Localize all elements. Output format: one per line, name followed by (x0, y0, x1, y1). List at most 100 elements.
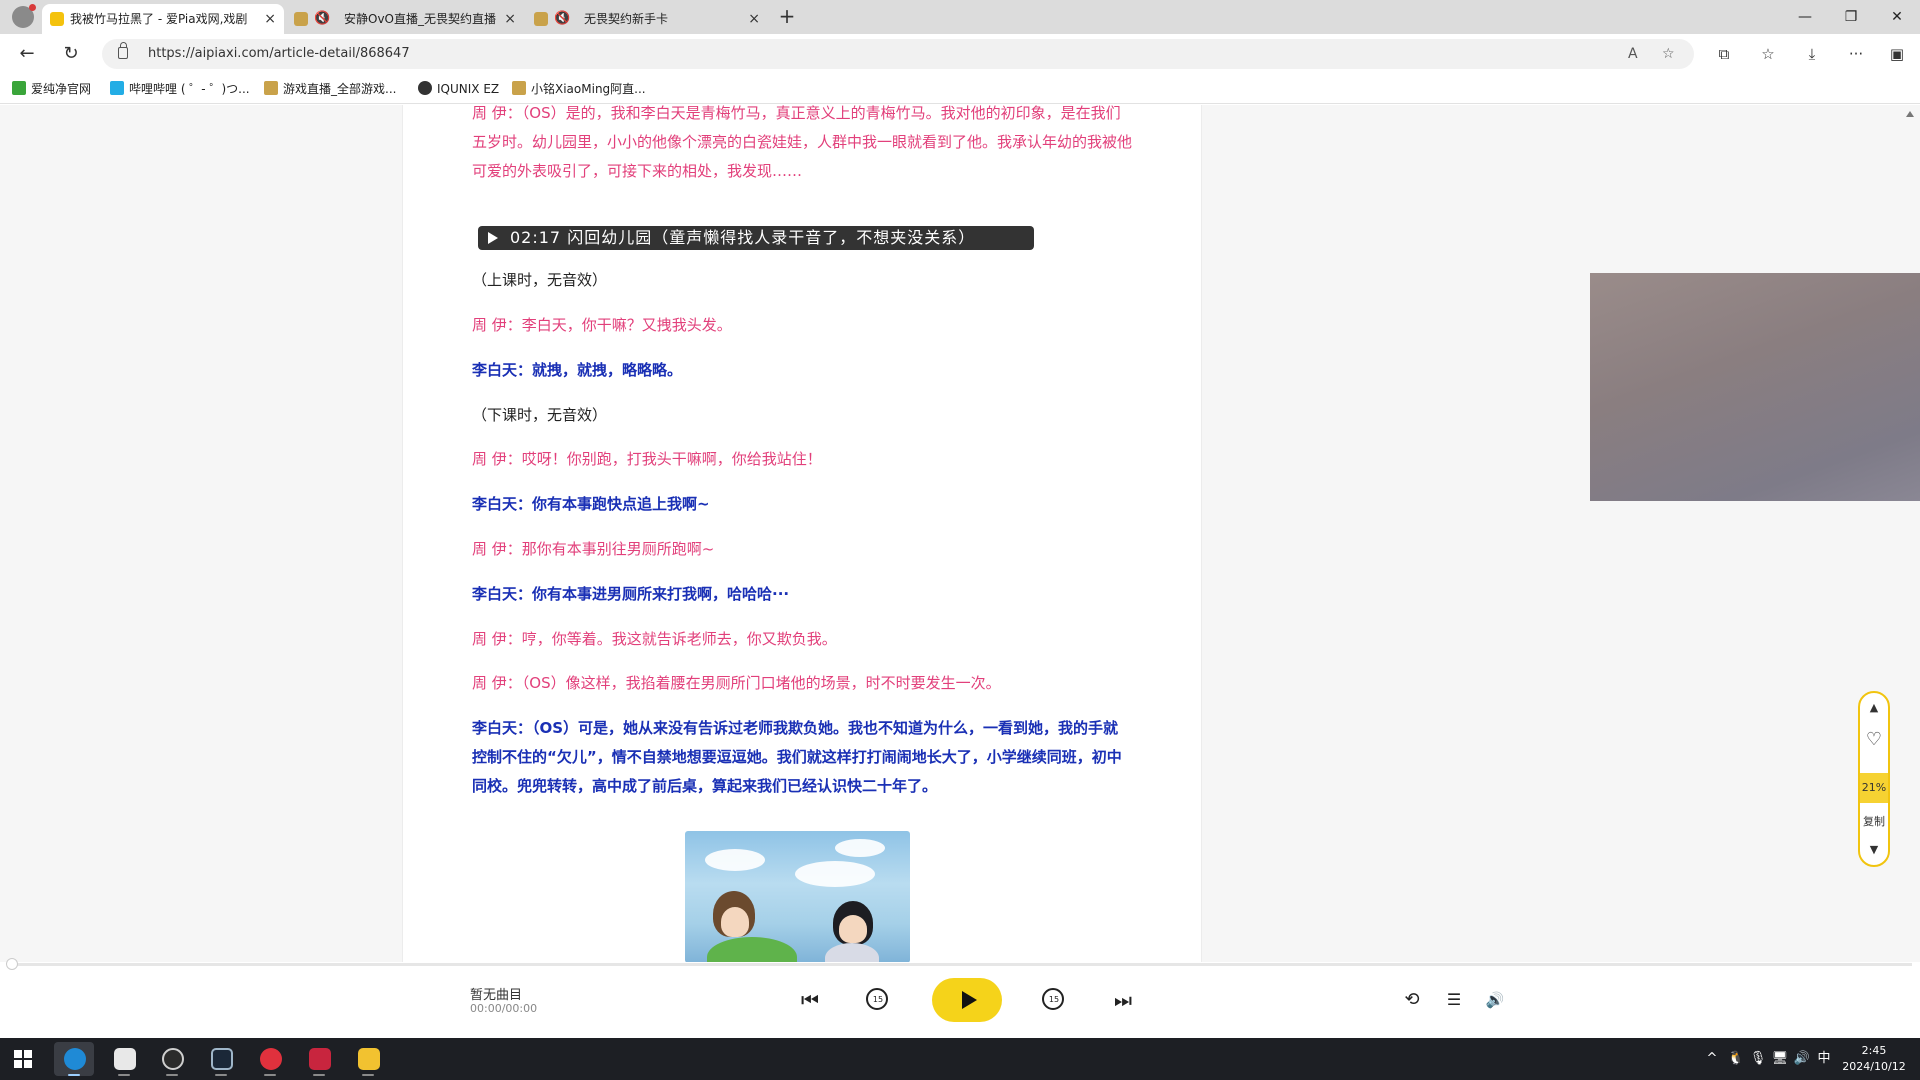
rewind-15-button[interactable]: 15 (864, 986, 892, 1014)
script-line-li: 李白天：（OS）可是，她从来没有告诉过老师我欺负她。我也不知道为什么，一看到她，… (472, 719, 1122, 795)
running-indicator (166, 1074, 178, 1076)
cloud-shape (835, 839, 885, 857)
back-button[interactable]: ← (12, 40, 42, 68)
read-aloud-icon[interactable]: A (1628, 39, 1638, 69)
girl-face (839, 915, 867, 943)
tab-valorant-card[interactable]: 🔇 无畏契约新手卡 × (526, 4, 768, 34)
scroll-up-button[interactable]: ▲ (1860, 701, 1888, 714)
input-method-indicator[interactable]: 中 (1814, 1038, 1834, 1080)
tab-aipiaxi[interactable]: 我被竹马拉黑了 - 爱Pia戏网,戏剧 × (42, 4, 284, 34)
scroll-down-button[interactable]: ▼ (1860, 843, 1888, 856)
next-track-button[interactable]: ⏭ (1109, 986, 1137, 1014)
play-icon (488, 232, 498, 244)
favorites-icon[interactable]: ☆ (1753, 40, 1783, 68)
bookmark-item[interactable]: 哔哩哔哩 ( ゜- ゜)つ... (110, 81, 250, 97)
edge-taskbar-app[interactable] (54, 1042, 94, 1076)
script-line-zhou: 周 伊：那你有本事别往男厕所跑啊~ (472, 540, 715, 558)
bookmark-label: 爱纯净官网 (31, 82, 92, 96)
taskbar-app[interactable] (104, 1042, 144, 1076)
start-tile (14, 1050, 22, 1058)
muted-speaker-icon[interactable]: 🔇 (554, 4, 570, 34)
bookmark-item[interactable]: 小铭XiaoMing阿直... (512, 81, 646, 97)
favorite-star-icon[interactable]: ☆ (1662, 39, 1675, 69)
url-text[interactable]: https://aipiaxi.com/article-detail/86864… (148, 39, 410, 69)
progress-track[interactable] (12, 963, 1912, 966)
steam-icon (211, 1048, 233, 1070)
tab-title: 无畏契约新手卡 (584, 12, 669, 26)
new-tab-button[interactable]: + (774, 4, 800, 30)
minimize-button[interactable]: — (1782, 0, 1828, 34)
close-tab-icon[interactable]: × (264, 4, 276, 34)
like-heart-icon[interactable]: ♡ (1860, 729, 1888, 750)
copy-button[interactable]: 复制 (1860, 813, 1888, 829)
running-indicator (264, 1074, 276, 1076)
volume-icon[interactable]: 🔊 (1481, 986, 1509, 1014)
split-screen-icon[interactable]: ⧉ (1709, 40, 1739, 68)
close-tab-icon[interactable]: × (504, 4, 516, 34)
steam-taskbar-app[interactable] (201, 1042, 241, 1076)
floating-video-player[interactable] (1590, 273, 1920, 501)
obs-icon (162, 1048, 184, 1070)
stage-direction: （下课时，无音效） (472, 406, 608, 424)
more-menu-icon[interactable]: ··· (1841, 40, 1871, 68)
restore-button[interactable]: ❐ (1828, 0, 1874, 34)
microphone-tray-icon[interactable]: 🎙 (1748, 1038, 1768, 1080)
scrollbar-up-arrow-icon[interactable] (1906, 111, 1914, 117)
play-button[interactable] (932, 978, 1002, 1022)
valorant-taskbar-app[interactable] (299, 1042, 339, 1076)
tray-overflow-icon[interactable]: ^ (1702, 1038, 1722, 1080)
stream-favicon-icon (294, 12, 308, 26)
bookmark-label: IQUNIX EZ (437, 82, 500, 96)
stream-favicon-icon (534, 12, 548, 26)
tab-title: 安静OvO直播_无畏契约直播 (344, 12, 496, 26)
page-content[interactable]: 周 伊：（OS）是的，我和李白天是青梅竹马，真正意义上的青梅竹马。我对他的初印象… (0, 105, 1920, 963)
script-line-zhou: 周 伊：（OS）是的，我和李白天是青梅竹马，真正意义上的青梅竹马。我对他的初印象… (472, 105, 1133, 180)
bookmark-item[interactable]: 爱纯净官网 (12, 81, 91, 97)
windows-taskbar: ^ 🐧 🎙 🖥 🔊 中 2:45 2024/10/12 (0, 1038, 1920, 1080)
tab-strip: 我被竹马拉黑了 - 爱Pia戏网,戏剧 × 🔇 安静OvO直播_无畏契约直播 ×… (0, 0, 1920, 34)
address-bar[interactable]: https://aipiaxi.com/article-detail/86864… (102, 39, 1694, 69)
refresh-button[interactable]: ↻ (56, 40, 86, 68)
song-title: 暂无曲目 (470, 988, 523, 1003)
network-tray-icon[interactable]: 🖥 (1770, 1038, 1790, 1080)
previous-track-button[interactable]: ⏮ (796, 986, 824, 1014)
reading-progress: 21% (1860, 773, 1888, 803)
progress-knob[interactable] (6, 958, 18, 970)
forward-15-button[interactable]: 15 (1040, 986, 1068, 1014)
taskbar-clock[interactable]: 2:45 2024/10/12 (1838, 1043, 1910, 1075)
bookmark-item[interactable]: 游戏直播_全部游戏... (264, 81, 396, 97)
close-tab-icon[interactable]: × (748, 4, 760, 34)
boy-face (721, 907, 749, 937)
play-icon (962, 991, 977, 1009)
game-icon (358, 1048, 380, 1070)
qq-tray-icon[interactable]: 🐧 (1726, 1038, 1746, 1080)
repeat-icon[interactable]: ⟲ (1398, 986, 1426, 1014)
bookmark-label: 哔哩哔哩 ( ゜- ゜)つ... (129, 82, 250, 96)
lock-icon[interactable] (118, 42, 128, 59)
windows-start-icon[interactable] (14, 1050, 32, 1068)
close-window-button[interactable]: ✕ (1874, 0, 1920, 34)
volume-tray-icon[interactable]: 🔊 (1792, 1038, 1812, 1080)
aipiaxi-favicon-icon (50, 12, 64, 26)
active-indicator (68, 1074, 80, 1076)
muted-speaker-icon[interactable]: 🔇 (314, 4, 330, 34)
audio-player-bar: 暂无曲目 00:00/00:00 ⏮ 15 15 ⏭ ⟲ ☰ 🔊 (0, 958, 1920, 1038)
bookmark-item[interactable]: IQUNIX EZ (418, 81, 499, 97)
netease-music-taskbar-app[interactable] (250, 1042, 290, 1076)
game-taskbar-app[interactable] (348, 1042, 388, 1076)
running-indicator (362, 1074, 374, 1076)
app-icon (114, 1048, 136, 1070)
obs-taskbar-app[interactable] (152, 1042, 192, 1076)
profile-avatar[interactable] (12, 4, 36, 28)
rewind-seconds: 15 (872, 995, 884, 1004)
downloads-icon[interactable]: ⤓ (1797, 40, 1827, 68)
playlist-icon[interactable]: ☰ (1440, 986, 1468, 1014)
valorant-icon (309, 1048, 331, 1070)
bookmark-favicon-icon (264, 81, 278, 95)
audio-cue[interactable]: 02:17 闪回幼儿园（童声懒得找人录干音了，不想夹没关系） (478, 226, 1034, 250)
forward-seconds: 15 (1048, 995, 1060, 1004)
tab-live-stream[interactable]: 🔇 安静OvO直播_无畏契约直播 × (286, 4, 524, 34)
song-time: 00:00/00:00 (470, 1002, 538, 1015)
tab-title: 我被竹马拉黑了 - 爱Pia戏网,戏剧 (70, 12, 248, 26)
sidebar-icon[interactable]: ▣ (1882, 40, 1912, 68)
